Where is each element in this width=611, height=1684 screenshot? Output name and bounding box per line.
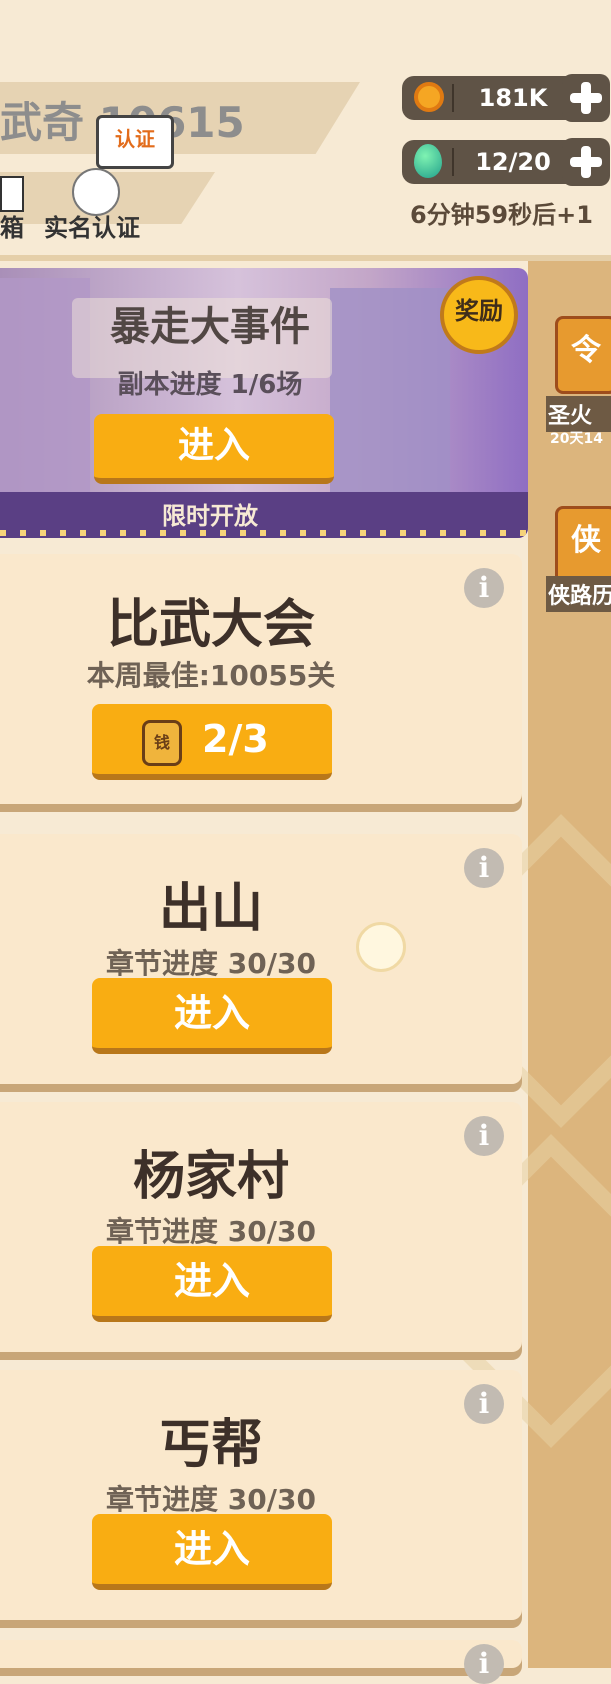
event-footer-label: 限时开放 — [162, 502, 258, 530]
arena-title: 比武大会 — [106, 595, 315, 655]
touch-indicator — [356, 922, 406, 972]
stage-card[interactable]: i 出山 章节进度 30/30 进入 — [0, 834, 522, 1084]
coin-value: 181K — [478, 84, 548, 112]
info-icon[interactable]: i — [464, 1644, 504, 1684]
verify-tooltip: 认证 — [96, 115, 174, 169]
stage-card[interactable]: i 杨家村 章节进度 30/30 进入 — [0, 1102, 522, 1352]
verify-label[interactable]: 实名认证 — [44, 208, 140, 243]
energy-timer: 6分钟59秒后+1 — [410, 201, 593, 229]
energy-counter: 12/20 — [402, 140, 580, 184]
stage-title: 丐帮 — [158, 1415, 263, 1475]
event-progress: 副本进度 1/6场 — [117, 370, 303, 400]
gem-icon — [414, 144, 442, 178]
stage-card[interactable]: i 丐帮 章节进度 30/30 进入 — [0, 1370, 522, 1620]
holy-fire-icon[interactable]: 令 — [555, 316, 611, 394]
add-energy-button[interactable] — [562, 138, 610, 186]
mail-label[interactable]: 箱 — [0, 208, 24, 243]
info-icon[interactable]: i — [464, 1384, 504, 1424]
ticket-count: 2/3 — [202, 717, 269, 761]
light-dots — [0, 530, 528, 536]
coin-icon — [414, 82, 444, 112]
arena-best: 本周最佳:10055关 — [86, 659, 336, 692]
coin-counter: 181K — [402, 76, 580, 120]
hero-history-icon[interactable]: 侠 — [555, 506, 611, 584]
holy-fire-timer: 20天14 — [550, 431, 603, 447]
stage-enter-button[interactable]: 进入 — [92, 1246, 332, 1322]
arena-enter-button[interactable]: 钱 2/3 — [92, 704, 332, 780]
info-icon[interactable]: i — [464, 1116, 504, 1156]
divider — [452, 148, 454, 176]
header: 武奇 10615 箱 实名认证 认证 181K 12/20 6分钟59秒后+1 — [0, 0, 611, 261]
stage-enter-button[interactable]: 进入 — [92, 1514, 332, 1590]
energy-value: 12/20 — [475, 148, 551, 176]
divider — [452, 84, 454, 112]
plus-icon — [581, 146, 591, 178]
stage-title: 杨家村 — [132, 1147, 289, 1207]
event-enter-button[interactable]: 进入 — [94, 414, 334, 484]
arena-card[interactable]: i 比武大会 本周最佳:10055关 钱 2/3 — [0, 554, 522, 804]
ticket-icon: 钱 — [142, 720, 182, 766]
event-footer: 限时开放 — [0, 492, 528, 538]
plus-icon — [581, 82, 591, 114]
add-coins-button[interactable] — [562, 74, 610, 122]
mail-icon[interactable] — [0, 176, 24, 212]
event-title: 暴走大事件 — [110, 304, 310, 350]
info-icon[interactable]: i — [464, 568, 504, 608]
stage-card-partial[interactable]: i — [0, 1640, 522, 1684]
info-icon[interactable]: i — [464, 848, 504, 888]
reward-badge[interactable]: 奖励 — [440, 276, 518, 354]
holy-fire-label[interactable]: 圣火 — [546, 396, 611, 432]
stage-progress: 章节进度 30/30 — [106, 1483, 316, 1516]
stage-enter-button[interactable]: 进入 — [92, 978, 332, 1054]
event-card[interactable]: 暴走大事件 副本进度 1/6场 进入 限时开放 奖励 — [0, 268, 528, 538]
hero-history-label[interactable]: 侠路历 — [546, 576, 611, 612]
stage-title: 出山 — [158, 879, 263, 939]
stage-progress: 章节进度 30/30 — [106, 1215, 316, 1248]
